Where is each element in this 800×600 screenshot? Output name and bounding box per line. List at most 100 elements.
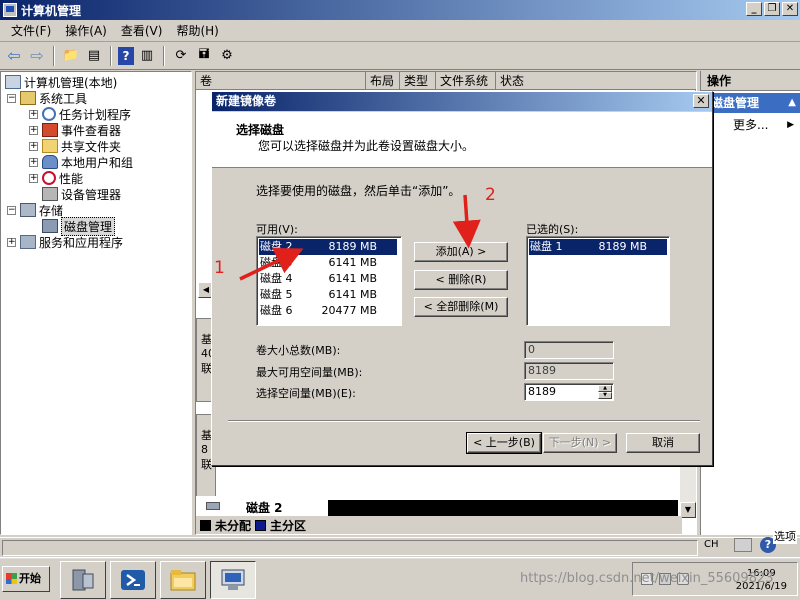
available-label: 可用(V): [256,223,298,236]
tree-item-services[interactable]: + 服务和应用程序 [7,234,123,250]
add-button[interactable]: 添加(A) > [414,242,508,262]
clock-icon [42,107,56,121]
disk-list-item[interactable]: 磁盘 5 6141 MB [259,287,397,303]
tree-item-device-manager[interactable]: 设备管理器 [42,186,121,202]
actions-section-disk-management[interactable]: 磁盘管理 ▲ [701,93,800,113]
console-tree: 计算机管理(本地) − 系统工具 + 任务计划程序 + 事件查看器 + 共享文件… [0,71,192,535]
disk-list-item[interactable]: 磁盘 2 8189 MB [259,239,397,255]
tree-item-label: 任务计划程序 [59,107,132,122]
device-manager-icon [42,187,58,201]
annotation-label-1: 1 [214,258,225,278]
tree-item-computer-management[interactable]: 计算机管理(本地) [5,74,117,90]
taskbar-computer-management[interactable] [210,561,256,599]
forward-arrow-icon[interactable]: ⇨ [27,46,47,66]
tree-item-label: 系统工具 [39,91,88,106]
unallocated-region[interactable] [328,500,678,516]
spin-up-icon[interactable]: ▲ [598,385,612,392]
close-button[interactable]: ✕ [782,2,798,16]
collapse-icon[interactable]: − [7,205,16,215]
taskbar-explorer[interactable] [160,561,206,599]
actions-more[interactable]: 更多... ▶ [701,113,800,133]
help-icon[interactable]: ? [118,46,134,65]
window-title-bar: 计算机管理 _ ❐ ✕ [0,0,800,20]
disk-icon [206,502,220,510]
available-disks-list[interactable]: 磁盘 2 8189 MB 磁盘 3 6141 MB 磁盘 4 6141 MB 磁盘 5 614… [256,236,402,326]
space-spinner[interactable]: ▲ ▼ [598,385,612,399]
disk-size: 20477 MB [321,304,377,317]
column-header-status[interactable]: 状态 [496,72,696,90]
users-icon [42,155,58,169]
tree-item-disk-management[interactable]: 磁盘管理 [42,216,116,236]
column-header-filesystem[interactable]: 文件系统 [436,72,496,90]
expand-icon[interactable]: + [29,125,38,135]
start-button[interactable]: 开始 [2,566,50,592]
cancel-button[interactable]: 取消 [626,433,700,453]
computer-management-icon [3,3,17,17]
remove-all-button[interactable]: < 全部删除(M) [414,297,508,317]
expand-icon[interactable]: + [29,141,38,151]
dialog-close-button[interactable]: ✕ [693,94,709,108]
options-label[interactable]: 选项 [773,528,797,544]
column-header-layout[interactable]: 布局 [366,72,400,90]
show-hide-tree-icon[interactable]: ▤ [84,46,104,66]
select-space-input[interactable]: 8189 ▲ ▼ [524,383,614,401]
restore-button[interactable]: ❐ [764,2,780,16]
language-indicator[interactable]: CH [704,539,719,550]
disk-list-item[interactable]: 磁盘 1 8189 MB [529,239,667,255]
start-label: 开始 [19,572,41,585]
menu-help[interactable]: 帮助(H) [169,21,225,41]
disk-name: 磁盘 2 [260,240,293,253]
tree-item-storage[interactable]: − 存储 [7,202,63,218]
taskbar-powershell[interactable] [110,561,156,599]
legend-primary: 主分区 [270,518,307,533]
menu-action[interactable]: 操作(A) [58,21,114,41]
expand-icon[interactable]: + [7,237,16,247]
taskbar-server-manager[interactable] [60,561,106,599]
computer-management-icon [221,569,245,590]
tree-item-label: 设备管理器 [61,187,122,202]
tree-item-label: 共享文件夹 [61,139,122,154]
spin-down-icon[interactable]: ▼ [598,392,612,399]
tree-item-event-viewer[interactable]: + 事件查看器 [29,122,121,138]
selected-disks-list[interactable]: 磁盘 1 8189 MB [526,236,670,326]
disk-name: 磁盘 4 [260,272,293,285]
collapse-icon[interactable]: − [7,93,16,103]
expand-icon[interactable]: + [29,157,38,167]
column-header-type[interactable]: 类型 [400,72,436,90]
powershell-icon [121,570,145,590]
collapse-up-icon[interactable]: ▲ [788,93,796,113]
tree-item-performance[interactable]: + 性能 [29,170,83,186]
scroll-down-icon[interactable]: ▼ [680,502,696,518]
disk-settings-icon[interactable]: ⚙ [217,46,237,66]
event-viewer-icon [42,123,58,137]
tree-item-local-users[interactable]: + 本地用户和组 [29,154,133,170]
total-size-field: 0 [524,341,614,359]
keyboard-icon[interactable] [734,538,752,552]
up-folder-icon[interactable]: 📁 [61,46,81,66]
disk-list-item[interactable]: 磁盘 4 6141 MB [259,271,397,287]
column-header-volume[interactable]: 卷 [196,72,366,90]
menu-file[interactable]: 文件(F) [4,21,58,41]
tree-item-label: 本地用户和组 [61,155,134,170]
remove-button[interactable]: < 删除(R) [414,270,508,290]
next-button[interactable]: 下一步(N) > [543,433,617,453]
disk-list-item[interactable]: 磁盘 3 6141 MB [259,255,397,271]
selected-label: 已选的(S): [526,223,579,236]
refresh-icon[interactable]: ⟳ [171,46,191,66]
back-arrow-icon[interactable]: ⇦ [4,46,24,66]
disk-list-item[interactable]: 磁盘 6 20477 MB [259,303,397,319]
tree-item-shared-folders[interactable]: + 共享文件夹 [29,138,121,154]
dialog-title: 新建镜像卷 [216,94,277,108]
back-button[interactable]: < 上一步(B) [466,432,542,454]
properties-icon[interactable]: 🖬 [194,46,214,66]
disk-name: 磁盘 5 [260,288,293,301]
tree-item-system-tools[interactable]: − 系统工具 [7,90,87,106]
show-hide-action-pane-icon[interactable]: ▥ [137,46,157,66]
expand-icon[interactable]: + [29,109,38,119]
disk2-label: 磁盘 2 [246,501,283,515]
menu-view[interactable]: 查看(V) [114,21,170,41]
expand-icon[interactable]: + [29,173,38,183]
minimize-button[interactable]: _ [746,2,762,16]
tree-item-task-scheduler[interactable]: + 任务计划程序 [29,106,131,122]
folder-icon [170,570,196,591]
